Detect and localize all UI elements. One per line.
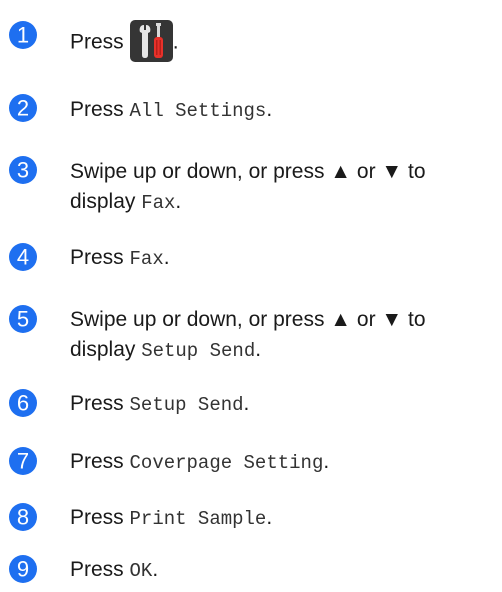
instruction-text: Swipe up or down, or press ▲ or ▼ to — [70, 160, 426, 183]
step-number-badge: 5 — [8, 304, 38, 334]
step-number-badge: 6 — [8, 388, 38, 418]
step-number: 7 — [17, 449, 29, 474]
step-instruction: Press All Settings. — [70, 95, 500, 126]
instruction-text: . — [175, 190, 182, 213]
instruction-text: . — [266, 506, 273, 529]
instruction-text: Press — [70, 392, 130, 415]
step-number-badge: 1 — [8, 20, 38, 50]
step-number: 2 — [17, 96, 29, 121]
step-number: 6 — [17, 391, 29, 416]
step-number: 3 — [17, 158, 29, 183]
step-number-badge: 8 — [8, 502, 38, 532]
step-number-badge: 4 — [8, 242, 38, 272]
instruction-text: . — [152, 558, 159, 581]
instruction-text: display — [70, 190, 142, 213]
instruction-text: Press — [70, 558, 130, 581]
step-number: 5 — [17, 307, 29, 332]
step-number-badge: 3 — [8, 155, 38, 185]
screen-option-label: Fax — [129, 248, 164, 270]
step-number: 4 — [17, 245, 29, 270]
screen-option-label: All Settings — [129, 100, 267, 122]
screen-option-label: Setup Send — [141, 340, 256, 362]
screen-option-label: Print Sample — [129, 508, 267, 530]
step-instruction: Swipe up or down, or press ▲ or ▼ to disp… — [70, 157, 500, 218]
instruction-text: Press — [70, 98, 130, 121]
step-instruction: Press OK. — [70, 555, 500, 586]
instruction-text: . — [172, 30, 179, 54]
step-number: 9 — [17, 557, 29, 582]
instruction-text: Press — [70, 30, 124, 54]
step-number: 1 — [17, 23, 29, 48]
instruction-text: . — [163, 246, 170, 269]
instruction-text: Press — [70, 246, 130, 269]
instruction-text: display — [70, 338, 142, 361]
screen-option-label: Coverpage Setting — [129, 452, 324, 474]
instruction-text: Press — [70, 450, 130, 473]
step-instruction: Press Print Sample. — [70, 503, 500, 534]
step-instruction: Swipe up or down, or press ▲ or ▼ to disp… — [70, 305, 500, 366]
instruction-text: . — [323, 450, 330, 473]
instruction-text: Swipe up or down, or press ▲ or ▼ to — [70, 308, 426, 331]
tools-icon — [129, 20, 173, 62]
step-number-badge: 9 — [8, 554, 38, 584]
instruction-text: Press — [70, 506, 130, 529]
screen-option-label: Fax — [141, 192, 176, 214]
step-instruction: Press Coverpage Setting. — [70, 447, 500, 478]
instruction-text: . — [266, 98, 273, 121]
step-number-badge: 7 — [8, 446, 38, 476]
instruction-text: . — [243, 392, 250, 415]
screen-option-label: OK — [129, 560, 153, 582]
step-instruction: Press Setup Send. — [70, 389, 500, 420]
instruction-text: . — [255, 338, 262, 361]
step-number-badge: 2 — [8, 93, 38, 123]
screen-option-label: Setup Send — [129, 394, 244, 416]
step-instruction: Press. — [70, 20, 500, 64]
step-number: 8 — [17, 505, 29, 530]
step-instruction: Press Fax. — [70, 243, 500, 274]
